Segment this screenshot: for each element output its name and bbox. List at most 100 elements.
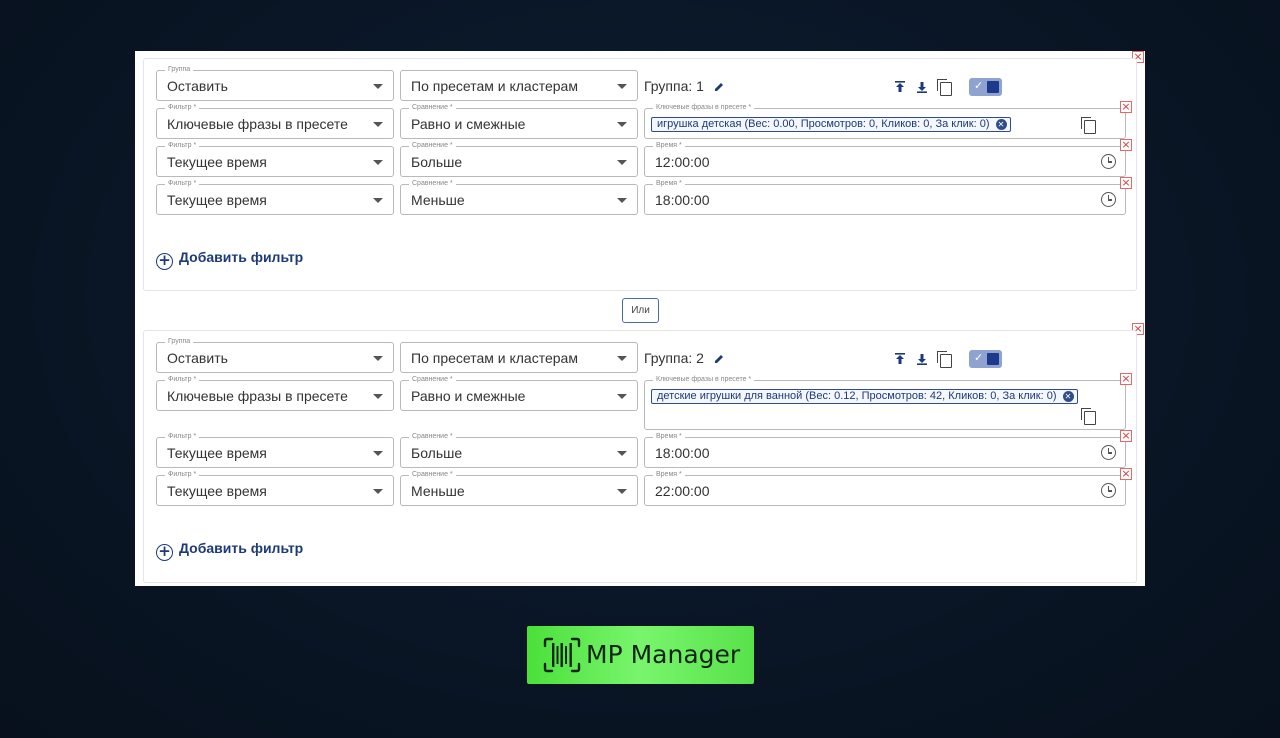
add-filter-button[interactable]: + Добавить фильтр bbox=[156, 540, 303, 561]
close-icon[interactable]: × bbox=[1120, 468, 1132, 480]
move-top-icon[interactable] bbox=[893, 352, 907, 366]
chevron-down-icon bbox=[373, 198, 383, 203]
compare-value: Больше bbox=[411, 445, 463, 461]
clock-icon[interactable] bbox=[1101, 445, 1116, 460]
chevron-down-icon bbox=[373, 160, 383, 165]
group-action-value: Оставить bbox=[167, 78, 228, 94]
filter-value: Ключевые фразы в пресете bbox=[167, 388, 348, 404]
close-icon[interactable]: × bbox=[1120, 177, 1132, 189]
filter-select[interactable]: Фильтр * Текущее время bbox=[156, 141, 394, 177]
copy-icon[interactable] bbox=[937, 351, 952, 368]
time-field[interactable]: Время * 18:00:00 bbox=[644, 179, 1126, 215]
compare-label: Сравнение * bbox=[409, 141, 456, 150]
group-title: Группа: 1 bbox=[644, 78, 724, 94]
time-field[interactable]: Время * 18:00:00 bbox=[644, 432, 1126, 468]
chevron-down-icon bbox=[617, 198, 627, 203]
keyword-phrases-label: Ключевые фразы в пресете * bbox=[653, 375, 755, 384]
move-top-icon[interactable] bbox=[893, 80, 907, 94]
compare-select[interactable]: Сравнение * Равно и смежные bbox=[400, 375, 638, 411]
filter-select[interactable]: Фильтр * Ключевые фразы в пресете bbox=[156, 375, 394, 411]
group-enabled-toggle[interactable]: ✓ bbox=[969, 350, 1002, 368]
compare-value: Меньше bbox=[411, 483, 465, 499]
filter-label: Фильтр * bbox=[165, 141, 200, 150]
chevron-down-icon bbox=[373, 394, 383, 399]
filter-value: Текущее время bbox=[167, 483, 267, 499]
filter-select[interactable]: Фильтр * Текущее время bbox=[156, 179, 394, 215]
group-action-label: Группа bbox=[165, 65, 194, 74]
group-action-label: Группа bbox=[165, 337, 194, 346]
group-action-select[interactable]: Группа Оставить bbox=[156, 337, 394, 373]
copy-icon[interactable] bbox=[937, 79, 952, 96]
compare-value: Равно и смежные bbox=[411, 116, 526, 132]
add-filter-button[interactable]: + Добавить фильтр bbox=[156, 249, 303, 270]
filter-group-2: Группа Оставить По пресетам и кластерам … bbox=[143, 330, 1137, 583]
or-button[interactable]: Или bbox=[622, 298, 659, 323]
time-field[interactable]: Время * 22:00:00 bbox=[644, 470, 1126, 506]
chevron-down-icon bbox=[617, 122, 627, 127]
group-source-value: По пресетам и кластерам bbox=[411, 78, 578, 94]
keyword-phrases-field[interactable]: Ключевые фразы в пресете * игрушка детск… bbox=[644, 103, 1126, 139]
compare-value: Меньше bbox=[411, 192, 465, 208]
clock-icon[interactable] bbox=[1101, 192, 1116, 207]
compare-select[interactable]: Сравнение * Равно и смежные bbox=[400, 103, 638, 139]
chevron-down-icon bbox=[373, 122, 383, 127]
chevron-down-icon bbox=[373, 451, 383, 456]
group-title: Группа: 2 bbox=[644, 350, 724, 366]
compare-value: Равно и смежные bbox=[411, 388, 526, 404]
filter-select[interactable]: Фильтр * Текущее время bbox=[156, 470, 394, 506]
chevron-down-icon bbox=[617, 160, 627, 165]
pencil-icon[interactable] bbox=[714, 354, 724, 364]
close-icon[interactable]: × bbox=[1120, 373, 1132, 385]
compare-label: Сравнение * bbox=[409, 103, 456, 112]
time-label: Время * bbox=[653, 432, 685, 441]
group-source-select[interactable]: По пресетам и кластерам bbox=[400, 70, 638, 101]
close-icon[interactable]: × bbox=[1120, 430, 1132, 442]
filter-groups-panel: × Группа Оставить По пресетам и кластера… bbox=[135, 51, 1145, 586]
barcode-logo-icon bbox=[543, 637, 581, 673]
chevron-down-icon bbox=[617, 489, 627, 494]
filter-value: Ключевые фразы в пресете bbox=[167, 116, 348, 132]
time-value: 22:00:00 bbox=[655, 483, 710, 499]
group-action-select[interactable]: Группа Оставить bbox=[156, 65, 394, 101]
chevron-down-icon bbox=[373, 489, 383, 494]
chip-remove-icon[interactable]: ✕ bbox=[1062, 391, 1074, 402]
compare-select[interactable]: Сравнение * Больше bbox=[400, 432, 638, 468]
filter-select[interactable]: Фильтр * Текущее время bbox=[156, 432, 394, 468]
chevron-down-icon bbox=[617, 394, 627, 399]
keyword-chip-text: игрушка детская (Вес: 0.00, Просмотров: … bbox=[657, 118, 990, 130]
keyword-phrases-field[interactable]: Ключевые фразы в пресете * детские игруш… bbox=[644, 375, 1126, 430]
logo-text: MP Manager bbox=[586, 640, 741, 669]
group-source-select[interactable]: По пресетам и кластерам bbox=[400, 342, 638, 373]
keyword-chip[interactable]: детские игрушки для ванной (Вес: 0.12, П… bbox=[651, 389, 1078, 404]
clock-icon[interactable] bbox=[1101, 154, 1116, 169]
close-icon[interactable]: × bbox=[1120, 139, 1132, 151]
group-action-value: Оставить bbox=[167, 350, 228, 366]
compare-select[interactable]: Сравнение * Больше bbox=[400, 141, 638, 177]
chevron-down-icon bbox=[617, 84, 627, 89]
close-icon[interactable]: × bbox=[1120, 101, 1132, 113]
pencil-icon[interactable] bbox=[714, 82, 724, 92]
copy-icon[interactable] bbox=[1081, 408, 1096, 425]
compare-select[interactable]: Сравнение * Меньше bbox=[400, 179, 638, 215]
filter-label: Фильтр * bbox=[165, 470, 200, 479]
clock-icon[interactable] bbox=[1101, 483, 1116, 498]
copy-icon[interactable] bbox=[1081, 117, 1096, 134]
time-value: 18:00:00 bbox=[655, 445, 710, 461]
filter-select[interactable]: Фильтр * Ключевые фразы в пресете bbox=[156, 103, 394, 139]
filter-group-1: Группа Оставить По пресетам и кластерам … bbox=[143, 58, 1137, 291]
move-bottom-icon[interactable] bbox=[915, 80, 929, 94]
keyword-chip[interactable]: игрушка детская (Вес: 0.00, Просмотров: … bbox=[651, 117, 1011, 132]
group-source-value: По пресетам и кластерам bbox=[411, 350, 578, 366]
filter-label: Фильтр * bbox=[165, 432, 200, 441]
chip-remove-icon[interactable]: ✕ bbox=[995, 119, 1007, 130]
time-field[interactable]: Время * 12:00:00 bbox=[644, 141, 1126, 177]
group-enabled-toggle[interactable]: ✓ bbox=[969, 78, 1002, 96]
compare-label: Сравнение * bbox=[409, 432, 456, 441]
time-value: 18:00:00 bbox=[655, 192, 710, 208]
compare-select[interactable]: Сравнение * Меньше bbox=[400, 470, 638, 506]
keyword-chip-text: детские игрушки для ванной (Вес: 0.12, П… bbox=[657, 390, 1057, 402]
time-label: Время * bbox=[653, 141, 685, 150]
filter-label: Фильтр * bbox=[165, 103, 200, 112]
move-bottom-icon[interactable] bbox=[915, 352, 929, 366]
keyword-phrases-label: Ключевые фразы в пресете * bbox=[653, 103, 755, 112]
